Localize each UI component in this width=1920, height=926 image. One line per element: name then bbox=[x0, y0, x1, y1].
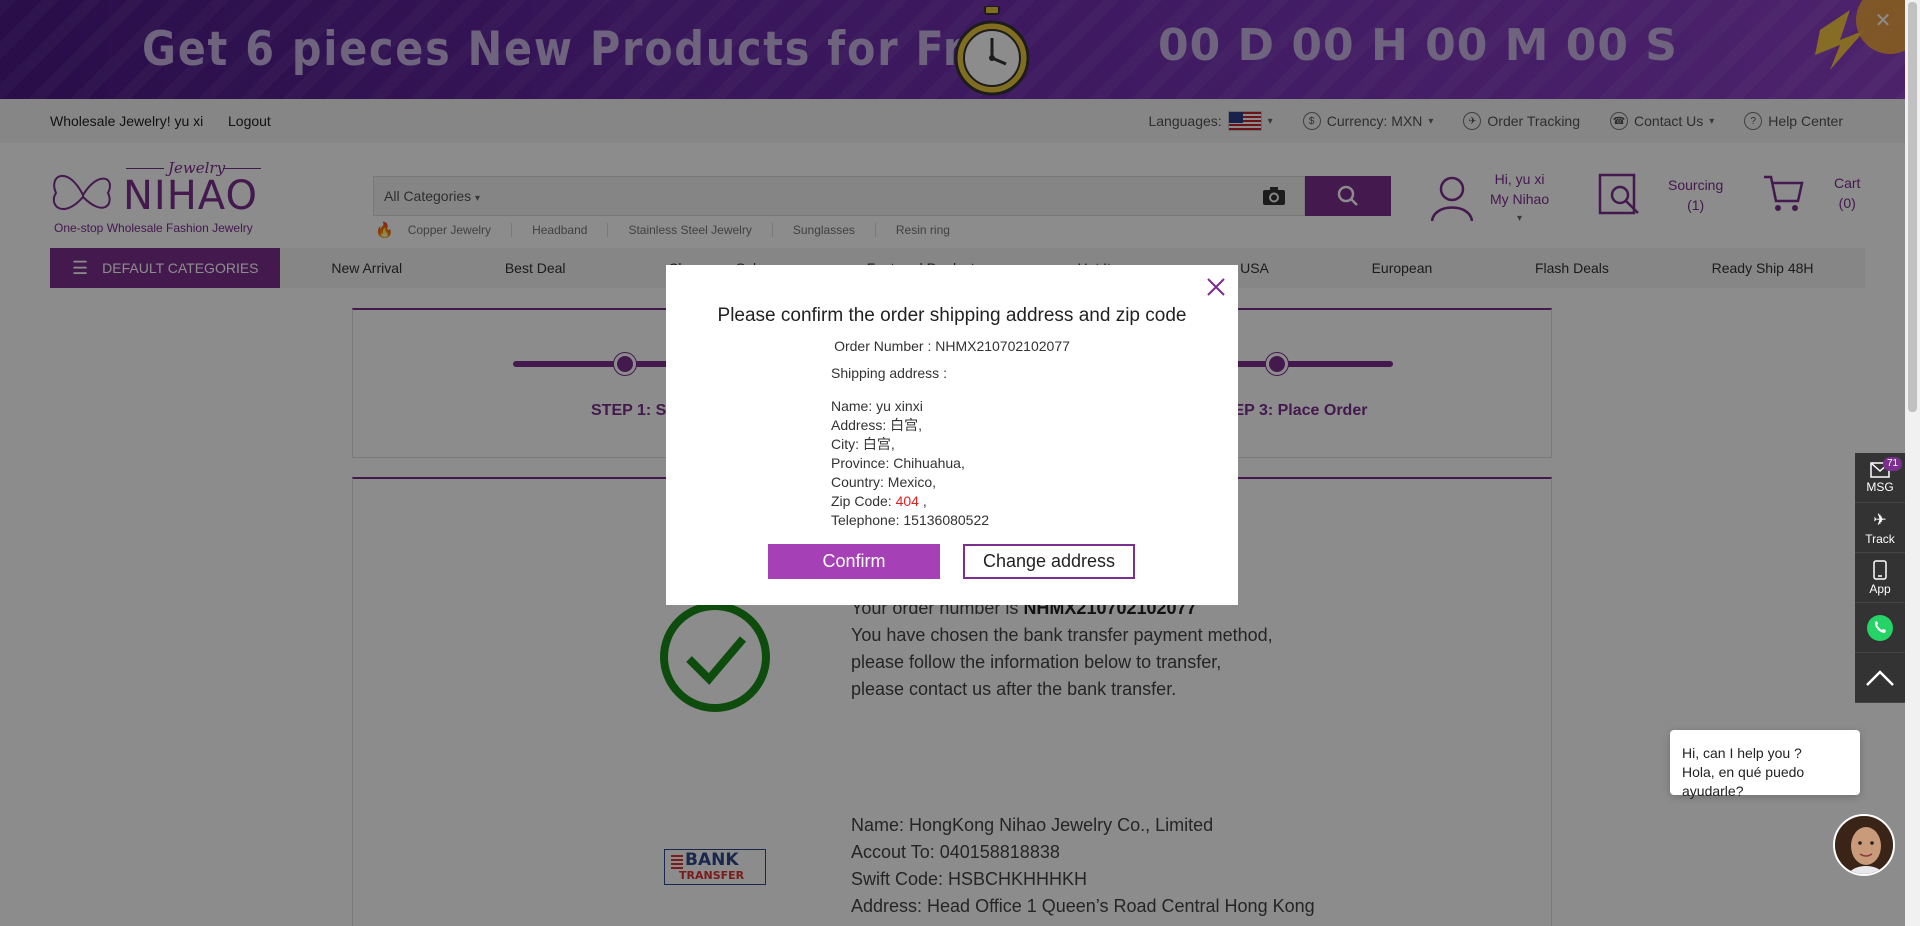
zip-label: Zip Code: bbox=[831, 493, 896, 509]
zip-value: 404 bbox=[895, 493, 919, 509]
sidebar-whatsapp[interactable] bbox=[1855, 603, 1905, 653]
address-zip: Zip Code: 404 , bbox=[831, 492, 989, 511]
chat-agent-avatar[interactable] bbox=[1833, 814, 1895, 876]
address-country: Country: Mexico, bbox=[831, 474, 937, 490]
address-city: City: 白宫, bbox=[831, 436, 895, 452]
shipping-address: Name: yu xinxi Address: 白宫, City: 白宫, Pr… bbox=[831, 397, 989, 530]
confirm-address-modal: Please confirm the order shipping addres… bbox=[666, 265, 1238, 605]
change-address-button[interactable]: Change address bbox=[963, 544, 1135, 579]
sidebar-msg[interactable]: 71 MSG bbox=[1855, 453, 1905, 503]
plane-icon: ✈ bbox=[1873, 511, 1887, 529]
scrollbar-thumb[interactable] bbox=[1908, 2, 1917, 412]
msg-badge: 71 bbox=[1883, 457, 1903, 471]
sidebar-track[interactable]: ✈ Track bbox=[1855, 503, 1905, 553]
floating-sidebar: 71 MSG ✈ Track App bbox=[1855, 453, 1905, 703]
chat-line: Hi, can I help you ? bbox=[1682, 745, 1802, 761]
whatsapp-icon bbox=[1867, 614, 1893, 641]
zip-suffix: , bbox=[918, 493, 927, 509]
page-scrollbar[interactable] bbox=[1905, 0, 1920, 926]
sidebar-app[interactable]: App bbox=[1855, 553, 1905, 603]
close-icon[interactable] bbox=[1204, 275, 1228, 299]
sidebar-msg-label: MSG bbox=[1866, 479, 1894, 494]
address-name: Name: yu xinxi bbox=[831, 398, 923, 414]
address-street: Address: 白宫, bbox=[831, 417, 923, 433]
phone-icon bbox=[1873, 559, 1887, 580]
chevron-up-icon bbox=[1866, 669, 1894, 686]
back-to-top-button[interactable] bbox=[1855, 653, 1905, 703]
shipping-address-label: Shipping address : bbox=[831, 365, 947, 381]
address-province: Province: Chihuahua, bbox=[831, 455, 965, 471]
sidebar-app-label: App bbox=[1869, 581, 1891, 596]
sidebar-track-label: Track bbox=[1865, 531, 1895, 546]
modal-title: Please confirm the order shipping addres… bbox=[717, 305, 1187, 326]
chat-bubble[interactable]: Hi, can I help you ? Hola, en qué puedo … bbox=[1670, 730, 1860, 799]
confirm-button[interactable]: Confirm bbox=[768, 544, 940, 579]
chat-line: Hola, en qué puedo ayudarle? bbox=[1682, 764, 1805, 799]
modal-order-number: Order Number : NHMX210702102077 bbox=[834, 338, 1070, 354]
address-telephone: Telephone: 15136080522 bbox=[831, 512, 990, 528]
